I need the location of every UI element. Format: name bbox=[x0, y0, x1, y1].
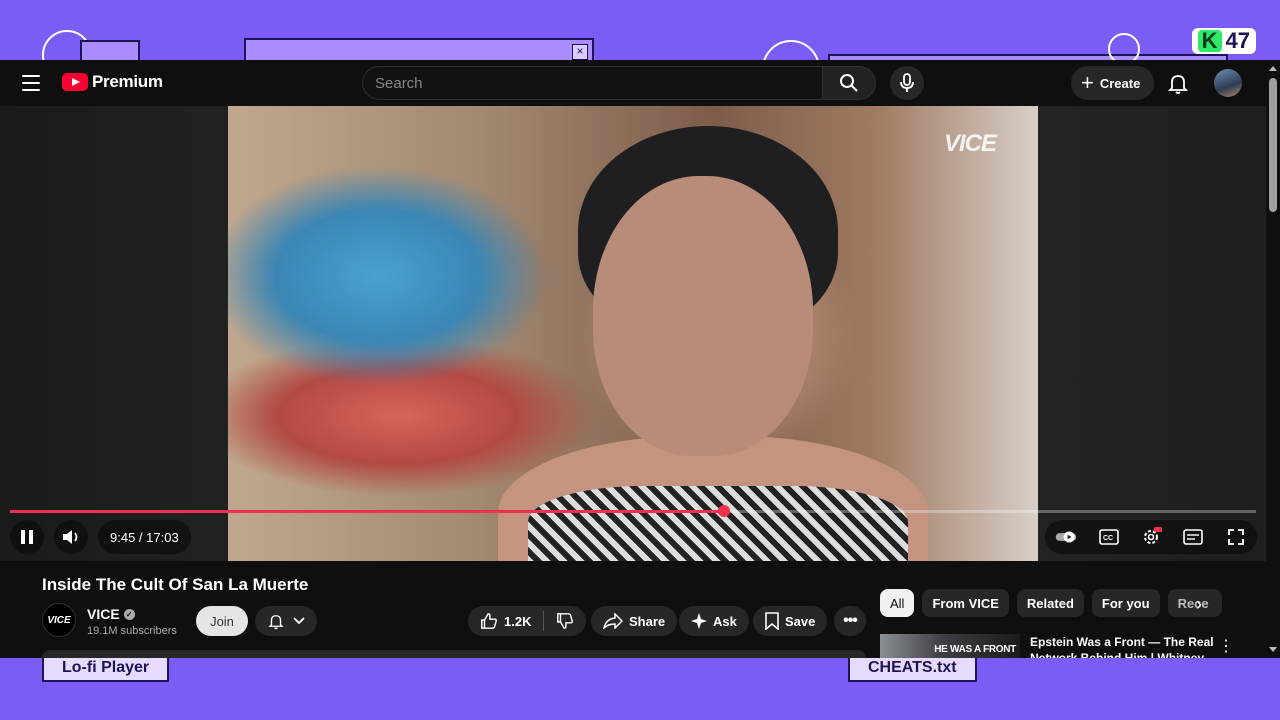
gear-icon bbox=[1143, 527, 1162, 544]
brand-label: Premium bbox=[92, 72, 163, 91]
recommended-video[interactable]: HE WAS A FRONT Epstein Was a Front — The… bbox=[880, 634, 1256, 658]
settings-button[interactable] bbox=[1140, 526, 1162, 548]
video-title: Inside The Cult Of San La Muerte bbox=[42, 575, 309, 594]
share-button[interactable]: Share bbox=[591, 606, 678, 636]
volume-icon bbox=[63, 530, 78, 544]
mic-icon bbox=[900, 73, 914, 92]
miniplayer-icon bbox=[1183, 529, 1204, 545]
channel-avatar[interactable]: VICE bbox=[42, 603, 76, 637]
search-icon bbox=[840, 74, 858, 92]
time-label: 9:45 / 17:03 bbox=[110, 529, 179, 545]
more-actions-button[interactable]: ••• bbox=[834, 606, 866, 636]
fullscreen-icon bbox=[1227, 529, 1244, 545]
progress-played bbox=[10, 510, 724, 513]
like-dislike-group: 1.2K bbox=[468, 606, 587, 636]
youtube-logo[interactable]: Premium bbox=[62, 72, 163, 92]
create-label: Create bbox=[1099, 75, 1141, 91]
dislike-button[interactable] bbox=[556, 612, 574, 630]
ask-button[interactable]: Ask bbox=[679, 606, 749, 636]
recommended-thumbnail[interactable]: HE WAS A FRONT bbox=[880, 634, 1020, 658]
thumbs-up-icon bbox=[481, 613, 497, 629]
video-subject-top bbox=[528, 486, 908, 561]
bell-icon bbox=[1167, 75, 1189, 94]
like-button[interactable]: 1.2K bbox=[480, 612, 531, 630]
chip-related[interactable]: Related bbox=[1016, 589, 1084, 617]
subscription-bell-button[interactable] bbox=[255, 606, 317, 636]
menu-icon[interactable] bbox=[22, 75, 40, 91]
join-button[interactable]: Join bbox=[196, 606, 248, 636]
k47-logo-mark: K bbox=[1197, 30, 1222, 52]
subscriber-count: 19.1M subscribers bbox=[87, 625, 177, 637]
scrollbar[interactable] bbox=[1266, 60, 1280, 658]
autoplay-toggle-icon bbox=[1055, 531, 1077, 543]
youtube-window: Premium + Create VICE bbox=[0, 60, 1280, 658]
ask-label: Ask bbox=[713, 613, 737, 629]
taskbar-cheats-txt[interactable]: CHEATS.txt bbox=[848, 654, 977, 682]
progress-scrubber[interactable] bbox=[717, 505, 730, 517]
scroll-down-icon[interactable] bbox=[1269, 647, 1277, 652]
progress-bar[interactable] bbox=[10, 505, 1256, 517]
captions-icon: CC bbox=[1098, 529, 1119, 545]
close-icon[interactable]: × bbox=[572, 44, 588, 60]
top-bar: Premium + Create bbox=[0, 60, 1280, 106]
channel-name-label: VICE bbox=[87, 606, 120, 622]
filter-chips: All From VICE Related For you Rece bbox=[880, 589, 1222, 617]
chip-recent[interactable]: Rece bbox=[1167, 589, 1222, 617]
right-controls: CC bbox=[1045, 520, 1257, 554]
notifications-button[interactable] bbox=[1166, 71, 1190, 95]
more-horizontal-icon: ••• bbox=[843, 612, 858, 629]
miniplayer-button[interactable] bbox=[1182, 526, 1204, 548]
recommended-title[interactable]: Epstein Was a Front — The Real Network B… bbox=[1030, 634, 1220, 658]
save-button[interactable]: Save bbox=[753, 606, 828, 636]
voice-search-button[interactable] bbox=[890, 66, 924, 100]
pause-icon bbox=[21, 530, 33, 544]
save-label: Save bbox=[785, 613, 816, 629]
sparkle-icon bbox=[691, 613, 707, 629]
chevron-down-icon bbox=[293, 617, 305, 625]
chevron-right-icon[interactable]: › bbox=[1196, 594, 1202, 615]
create-button[interactable]: + Create bbox=[1071, 66, 1155, 100]
description-box[interactable] bbox=[42, 650, 866, 658]
plus-icon: + bbox=[1081, 70, 1094, 95]
volume-button[interactable] bbox=[54, 520, 88, 554]
fullscreen-button[interactable] bbox=[1225, 526, 1247, 548]
like-separator bbox=[543, 611, 545, 631]
captions-button[interactable]: CC bbox=[1098, 526, 1120, 548]
autoplay-toggle[interactable] bbox=[1055, 526, 1077, 548]
chip-all[interactable]: All bbox=[880, 589, 915, 617]
search-input[interactable] bbox=[375, 67, 823, 99]
vice-watermark: VICE bbox=[943, 130, 997, 157]
like-count: 1.2K bbox=[504, 613, 532, 629]
share-icon bbox=[603, 613, 623, 629]
share-label: Share bbox=[629, 613, 666, 629]
thumbs-down-icon bbox=[557, 613, 574, 629]
more-vertical-icon[interactable]: ⋮ bbox=[1218, 636, 1234, 656]
time-display: 9:45 / 17:03 bbox=[98, 520, 191, 554]
account-avatar[interactable] bbox=[1214, 69, 1242, 97]
chip-for-you[interactable]: For you bbox=[1091, 589, 1160, 617]
youtube-logo-icon bbox=[62, 73, 88, 91]
video-frame[interactable]: VICE bbox=[228, 106, 1038, 561]
bookmark-icon bbox=[765, 612, 779, 630]
video-subject-face bbox=[593, 176, 813, 456]
video-player[interactable]: VICE 9:45 / 17:03 CC bbox=[0, 106, 1266, 561]
k47-logo-text: 47 bbox=[1225, 28, 1250, 53]
channel-name[interactable]: VICE ✓ bbox=[87, 606, 135, 622]
pause-button[interactable] bbox=[10, 520, 44, 554]
k47-logo: K 47 bbox=[1191, 28, 1256, 54]
thumbnail-text: HE WAS A FRONT bbox=[934, 643, 1016, 655]
bell-icon bbox=[268, 615, 284, 630]
verified-icon: ✓ bbox=[123, 608, 135, 620]
scrollbar-thumb[interactable] bbox=[1269, 78, 1277, 212]
chip-from-vice[interactable]: From VICE bbox=[922, 589, 1009, 617]
search-button[interactable] bbox=[822, 66, 876, 100]
svg-text:CC: CC bbox=[1103, 535, 1113, 542]
taskbar-lofi-player[interactable]: Lo-fi Player bbox=[42, 654, 170, 682]
search-box bbox=[362, 66, 824, 100]
scroll-up-icon[interactable] bbox=[1269, 66, 1277, 71]
